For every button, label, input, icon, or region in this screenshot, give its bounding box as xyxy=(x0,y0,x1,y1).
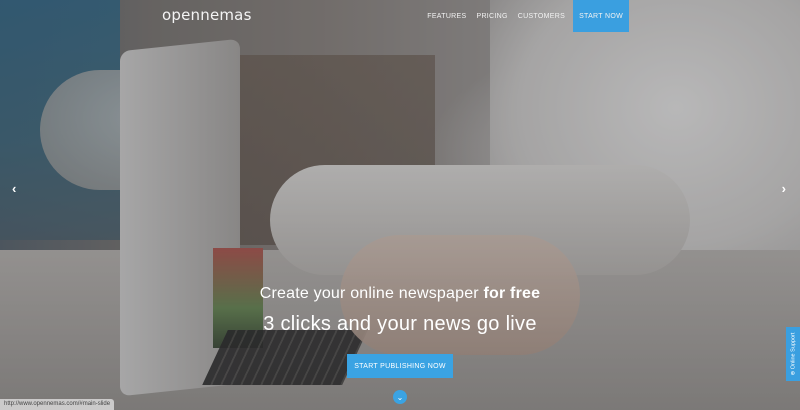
hero-headline: Create your online newspaper for free xyxy=(0,285,800,303)
nav-customers[interactable]: CUSTOMERS xyxy=(513,13,570,20)
nav-features[interactable]: FEATURES xyxy=(422,13,471,20)
start-publishing-button[interactable]: START PUBLISHING NOW xyxy=(347,354,453,378)
hero-background xyxy=(0,0,800,410)
main-nav: FEATURES PRICING CUSTOMERS START NOW xyxy=(422,0,629,32)
chevron-left-icon[interactable]: ‹ xyxy=(12,181,16,196)
hero-subheadline: 3 clicks and your news go live xyxy=(263,313,537,335)
status-bar-url: http://www.opennemas.com/#main-slide xyxy=(0,399,115,410)
chevron-down-icon[interactable]: ⌄ xyxy=(393,390,407,404)
top-navigation-bar: opennemas FEATURES PRICING CUSTOMERS STA… xyxy=(0,0,800,32)
hero-overlay xyxy=(0,0,800,410)
online-support-tab[interactable]: ⊕ Online Support xyxy=(786,327,800,381)
nav-pricing[interactable]: PRICING xyxy=(471,13,512,20)
hero-headline-regular: Create your online newspaper xyxy=(259,285,484,302)
online-support-label: ⊕ Online Support xyxy=(790,332,797,376)
start-now-button[interactable]: START NOW xyxy=(573,0,629,32)
chevron-right-icon[interactable]: › xyxy=(782,181,786,196)
logo[interactable]: opennemas xyxy=(162,6,252,24)
hero-headline-bold: for free xyxy=(483,285,541,302)
